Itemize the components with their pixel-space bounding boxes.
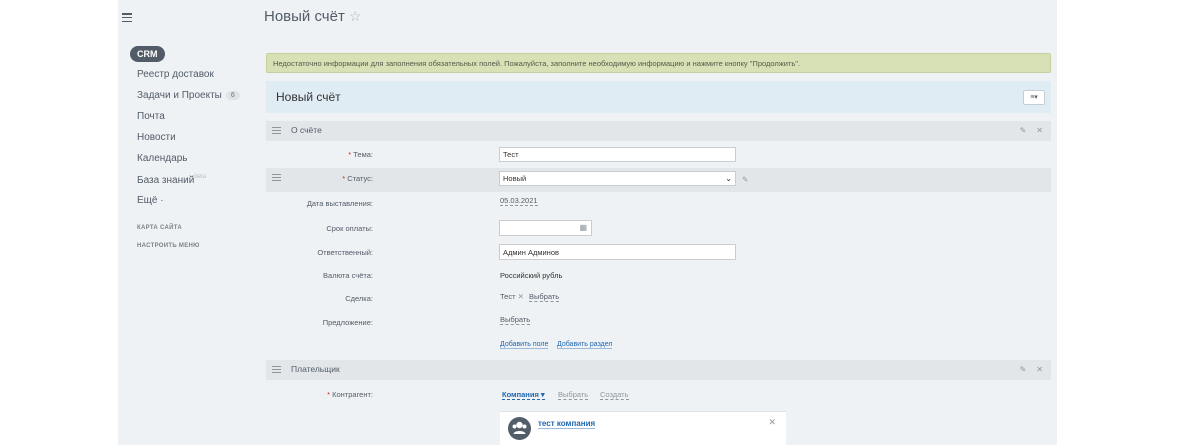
tasks-count-badge: 6: [225, 91, 240, 100]
chevron-down-icon: ⌄: [725, 174, 732, 183]
chevron-down-icon: ▾: [540, 390, 545, 399]
topic-label: * Тема:: [348, 150, 373, 159]
offer-label: Предложение:: [322, 318, 373, 327]
status-select[interactable]: Новый ⌄: [499, 171, 736, 186]
section-title: О счёте: [291, 125, 322, 135]
menu-icon[interactable]: [122, 13, 132, 23]
calendar-icon[interactable]: ▦: [579, 221, 587, 234]
status-value: Новый: [503, 174, 527, 183]
date-label: Дата выставления:: [306, 199, 373, 208]
sidebar-item-label: Почта: [137, 111, 165, 122]
currency-label: Валюта счёта:: [323, 271, 373, 280]
company-type-dropdown[interactable]: Компания ▾: [502, 390, 545, 400]
company-type-label: Компания: [502, 390, 539, 399]
sidebar-item-tasks[interactable]: Задачи и Проекты 6: [137, 90, 240, 101]
close-icon[interactable]: ✕: [1036, 126, 1043, 135]
form-title: Новый счёт: [276, 90, 341, 104]
contractor-label-text: Контрагент:: [332, 390, 373, 399]
contractor-label: * Контрагент:: [327, 390, 373, 399]
sidebar-item-label: Новости: [137, 132, 176, 143]
sidebar-item-mail[interactable]: Почта: [137, 111, 165, 122]
close-icon[interactable]: ✕: [768, 417, 776, 428]
app-window: CRM Реестр доставок Задачи и Проекты 6 По…: [118, 0, 1057, 446]
sidebar-item-crm[interactable]: CRM: [130, 46, 165, 62]
drag-handle-icon[interactable]: [272, 127, 281, 136]
due-label: Срок оплаты:: [326, 224, 373, 233]
list-icon: ≡▾: [1030, 94, 1038, 101]
client-card: тест компания ✕: [500, 411, 786, 446]
close-icon[interactable]: ✕: [1036, 365, 1043, 374]
add-field-link[interactable]: Добавить поле: [500, 341, 549, 349]
deal-value: Тест ✕: [500, 292, 524, 301]
remove-icon[interactable]: ✕: [518, 292, 524, 301]
edit-icon[interactable]: ✎: [1020, 126, 1027, 135]
page-title-text: Новый счёт: [264, 8, 345, 25]
responsible-label: Ответственный:: [317, 248, 373, 257]
offer-select-link[interactable]: Выбрать: [500, 315, 531, 325]
section-title: Плательщик: [291, 364, 340, 374]
form-header: Новый счёт ≡▾: [266, 81, 1051, 113]
contractor-select-link[interactable]: Выбрать: [558, 390, 589, 400]
star-icon[interactable]: ☆: [349, 8, 362, 24]
sidebar-item-label: Реестр доставок: [137, 69, 214, 80]
topic-input[interactable]: [499, 147, 736, 162]
page-title: Новый счёт ☆: [264, 8, 361, 25]
edit-icon[interactable]: ✎: [742, 175, 748, 184]
date-value[interactable]: 05.03.2021: [500, 196, 538, 206]
status-label: * Статус:: [342, 174, 373, 183]
drag-handle-icon[interactable]: [272, 366, 281, 375]
contractor-create-link[interactable]: Создать: [600, 390, 629, 400]
currency-value: Российский рубль: [500, 271, 563, 280]
sidebar-item-delivery[interactable]: Реестр доставок: [137, 69, 214, 80]
deal-label: Сделка:: [345, 294, 373, 303]
deal-select-link[interactable]: Выбрать: [529, 292, 560, 302]
edit-icon[interactable]: ✎: [1020, 365, 1027, 374]
deal-name: Тест: [500, 292, 516, 301]
client-name-link[interactable]: тест компания: [538, 419, 596, 429]
sidebar: CRM Реестр доставок Задачи и Проекты 6 По…: [118, 0, 256, 445]
add-section-link[interactable]: Добавить раздел: [557, 341, 613, 349]
topic-label-text: Тема:: [353, 150, 373, 159]
company-avatar-icon: [508, 417, 531, 440]
sidebar-item-news[interactable]: Новости: [137, 132, 176, 143]
due-date-input[interactable]: ▦: [499, 220, 592, 236]
status-label-text: Статус:: [347, 174, 373, 183]
section-header-about: О счёте ✎ ✕: [266, 121, 1051, 141]
section-header-payer: Плательщик ✎ ✕: [266, 360, 1051, 380]
sidebar-item-label: Задачи и Проекты: [137, 90, 222, 101]
form-menu-button[interactable]: ≡▾: [1023, 90, 1045, 105]
responsible-input[interactable]: [499, 244, 736, 260]
warning-alert: Недостаточно информации для заполнения о…: [266, 53, 1051, 73]
